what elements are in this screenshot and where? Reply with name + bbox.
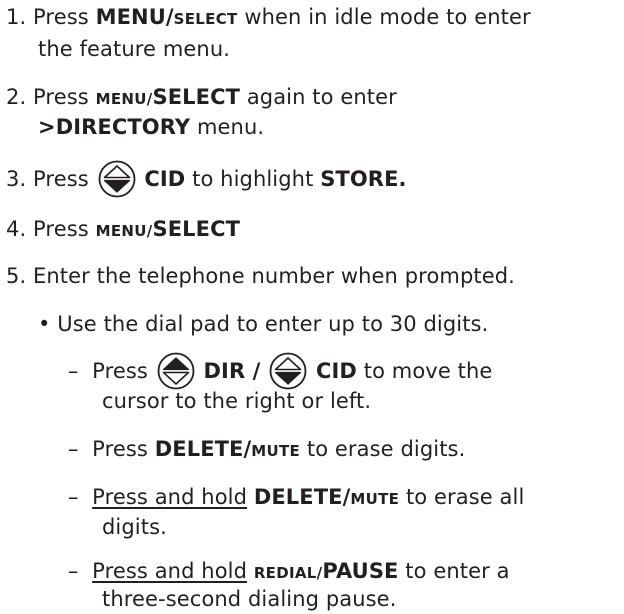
press-and-hold-text: Press and hold — [92, 485, 248, 509]
step-text: menu. — [196, 115, 265, 139]
step-2-line-1: 2. Press MENU/SELECT again to enter — [6, 82, 397, 114]
step-number: 2. — [6, 85, 27, 109]
bullet-line: • Use the dial pad to enter up to 30 dig… — [38, 309, 488, 339]
step-2-line-2: >DIRECTORY menu. — [38, 112, 264, 142]
press-text: Press — [33, 5, 89, 29]
step-text: to erase digits. — [306, 437, 466, 461]
instruction-page: 1. Press MENU/SELECT when in idle mode t… — [0, 0, 624, 614]
sub-item-a-line-2: cursor to the right or left. — [102, 389, 372, 413]
dash-mark: – — [68, 559, 79, 583]
sub-item-c-line-2: digits. — [102, 515, 167, 539]
sub-item-d-line-2: three-second dialing pause. — [102, 587, 397, 611]
navigation-down-filled-icon — [97, 159, 137, 199]
step-number: 3. — [6, 167, 27, 191]
cid-key: CID — [315, 359, 357, 383]
directory-menu-label: >DIRECTORY — [38, 115, 191, 139]
dash-mark: – — [68, 485, 79, 509]
step-3-line-1: 3. Press CID to highlight STORE. — [6, 164, 407, 194]
sub-item-a-line-1: – Press DIR / CID to move the — [68, 356, 492, 386]
dir-key: DIR / — [203, 359, 261, 383]
press-text: Press — [33, 167, 89, 191]
step-1-line-2: the feature menu. — [38, 37, 231, 61]
press-text: Press — [92, 437, 148, 461]
step-text: when in idle mode to enter — [244, 5, 531, 29]
press-text: Press — [33, 85, 89, 109]
delete-mute-key: DELETE/MUTE — [253, 485, 400, 509]
navigation-down-filled-icon — [268, 351, 308, 391]
cid-key: CID — [144, 167, 186, 191]
menu-select-key: MENU/SELECT — [95, 85, 241, 109]
step-text: Enter the telephone number when prompted… — [33, 264, 515, 288]
step-number: 4. — [6, 217, 27, 241]
dash-mark: – — [68, 437, 79, 461]
step-text: to enter a — [405, 559, 510, 583]
dash-mark: – — [68, 359, 79, 383]
step-text: to move the — [363, 359, 493, 383]
step-5-line-1: 5. Enter the telephone number when promp… — [6, 261, 515, 291]
step-number: 1. — [6, 5, 27, 29]
sub-item-b-line-1: – Press DELETE/MUTE to erase digits. — [68, 434, 465, 466]
step-4-line-1: 4. Press MENU/SELECT — [6, 214, 240, 246]
delete-mute-key: DELETE/MUTE — [154, 437, 301, 461]
menu-select-key: MENU/SELECT — [95, 5, 238, 29]
sub-item-c-line-1: – Press and hold DELETE/MUTE to erase al… — [68, 482, 524, 514]
redial-pause-key: REDIAL/PAUSE — [253, 559, 399, 583]
step-text: to erase all — [405, 485, 525, 509]
step-text: again to enter — [246, 85, 397, 109]
bullet-text: Use the dial pad to enter up to 30 digit… — [57, 312, 489, 336]
step-number: 5. — [6, 264, 27, 288]
navigation-up-filled-icon — [156, 351, 196, 391]
step-text: to highlight — [192, 167, 314, 191]
store-option-label: STORE. — [320, 167, 407, 191]
press-text: Press — [92, 359, 148, 383]
bullet-mark: • — [38, 312, 51, 336]
menu-select-key: MENU/SELECT — [95, 217, 241, 241]
press-and-hold-text: Press and hold — [92, 559, 248, 583]
step-1-line-1: 1. Press MENU/SELECT when in idle mode t… — [6, 2, 531, 34]
press-text: Press — [33, 217, 89, 241]
